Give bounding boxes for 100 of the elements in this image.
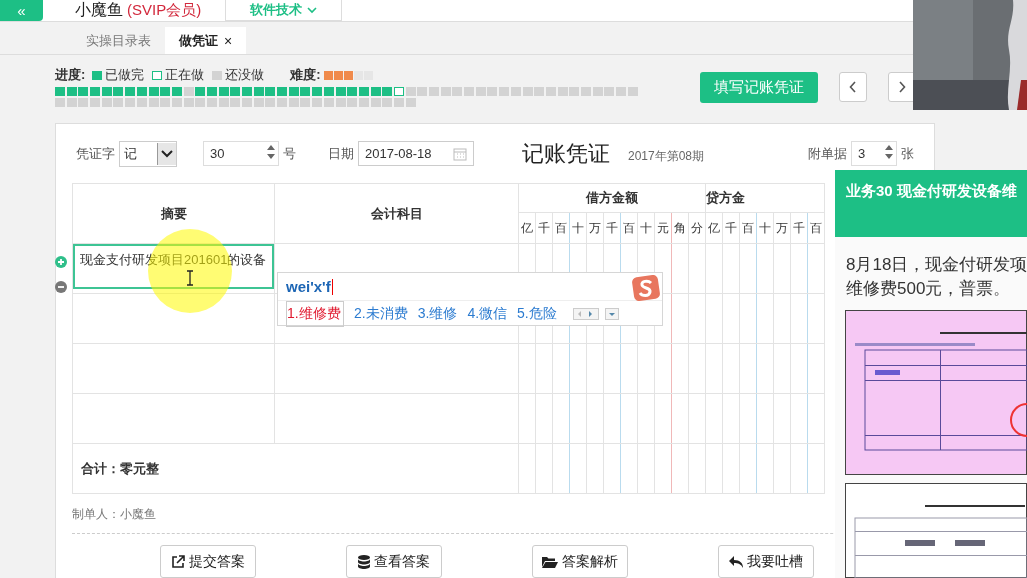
progress-cell[interactable]	[195, 87, 206, 97]
progress-cell[interactable]	[592, 87, 603, 97]
progress-cell[interactable]	[405, 87, 416, 97]
calendar-icon[interactable]	[453, 146, 467, 161]
progress-cell[interactable]	[136, 87, 147, 97]
progress-cell[interactable]	[475, 87, 486, 97]
progress-cell[interactable]	[358, 97, 369, 107]
progress-cell[interactable]	[627, 87, 638, 97]
voucher-number-field[interactable]: 30	[203, 141, 279, 166]
progress-cell[interactable]	[253, 97, 264, 107]
action-button[interactable]: 查看答案	[346, 545, 442, 578]
tab[interactable]: 做凭证 ×	[165, 27, 247, 54]
progress-cell[interactable]	[183, 87, 194, 97]
progress-cell[interactable]	[580, 87, 591, 97]
ime-candidate[interactable]: 4.微信	[467, 305, 508, 323]
progress-cell[interactable]	[569, 87, 580, 97]
progress-cell[interactable]	[265, 97, 276, 107]
progress-cell[interactable]	[148, 87, 159, 97]
progress-cell[interactable]	[382, 87, 393, 97]
progress-cell[interactable]	[534, 87, 545, 97]
progress-cell[interactable]	[487, 87, 498, 97]
spinner-arrows-icon[interactable]	[885, 143, 893, 161]
progress-cell[interactable]	[335, 97, 346, 107]
action-button[interactable]: 答案解析	[532, 545, 628, 578]
progress-cell[interactable]	[242, 87, 252, 97]
progress-cell[interactable]	[288, 97, 299, 107]
progress-cell[interactable]	[429, 87, 439, 97]
progress-cell[interactable]	[417, 87, 428, 97]
progress-cell[interactable]	[312, 97, 323, 107]
progress-cell[interactable]	[101, 97, 112, 107]
progress-cell[interactable]	[148, 97, 159, 107]
ime-page-arrows-icon[interactable]	[572, 308, 599, 320]
progress-cell[interactable]	[370, 87, 381, 97]
progress-cell[interactable]	[393, 97, 404, 107]
progress-cell[interactable]	[78, 97, 89, 107]
progress-cell[interactable]	[288, 87, 299, 97]
progress-cell[interactable]	[452, 87, 463, 97]
progress-cell[interactable]	[335, 87, 346, 97]
progress-cell[interactable]	[510, 87, 521, 97]
progress-cell[interactable]	[358, 87, 369, 97]
previous-button[interactable]	[839, 72, 867, 102]
progress-cell[interactable]	[218, 97, 229, 107]
add-row-icon[interactable]	[55, 256, 67, 268]
action-button[interactable]: 我要吐槽	[718, 545, 814, 578]
progress-cell[interactable]	[370, 97, 381, 107]
progress-cell[interactable]	[206, 87, 217, 97]
progress-cell[interactable]	[101, 87, 112, 97]
progress-cell[interactable]	[323, 97, 334, 107]
progress-cell[interactable]	[405, 97, 416, 107]
ime-candidate[interactable]: 5.危险	[517, 305, 557, 323]
progress-cell[interactable]	[90, 97, 101, 107]
progress-cell[interactable]	[160, 97, 171, 107]
progress-cell[interactable]	[171, 87, 182, 97]
progress-cell[interactable]	[218, 87, 229, 97]
progress-cell[interactable]	[242, 97, 252, 107]
spinner-arrows-icon[interactable]	[267, 143, 275, 161]
progress-cell[interactable]	[66, 87, 77, 97]
progress-cell[interactable]	[300, 87, 311, 97]
progress-cell[interactable]	[160, 87, 171, 97]
progress-cell[interactable]	[253, 87, 264, 97]
remove-row-icon[interactable]	[55, 281, 67, 293]
voucher-type-select[interactable]: 记	[119, 140, 177, 167]
progress-cell[interactable]	[499, 87, 510, 97]
action-button[interactable]: 提交答案	[160, 545, 256, 578]
progress-cell[interactable]	[195, 97, 206, 107]
progress-cell[interactable]	[393, 87, 404, 97]
progress-cell[interactable]	[78, 87, 89, 97]
progress-cell[interactable]	[125, 97, 136, 107]
attachments-field[interactable]: 3	[851, 141, 897, 166]
progress-cell[interactable]	[136, 97, 147, 107]
progress-cell[interactable]	[55, 97, 65, 107]
progress-cell[interactable]	[545, 87, 556, 97]
progress-cell[interactable]	[277, 87, 288, 97]
progress-cell[interactable]	[55, 87, 65, 97]
progress-cell[interactable]	[230, 87, 241, 97]
ime-candidate[interactable]: 3.维修	[417, 305, 458, 323]
progress-cell[interactable]	[440, 87, 451, 97]
progress-cell[interactable]	[277, 97, 288, 107]
progress-cell[interactable]	[323, 87, 334, 97]
progress-cell[interactable]	[113, 97, 124, 107]
progress-cell[interactable]	[464, 87, 475, 97]
progress-cell[interactable]	[183, 97, 194, 107]
progress-cell[interactable]	[347, 87, 358, 97]
date-field[interactable]: 2017-08-18	[358, 141, 474, 166]
ime-candidate[interactable]: 2.未消费	[354, 305, 408, 323]
progress-cell[interactable]	[347, 97, 358, 107]
progress-cell[interactable]	[616, 87, 626, 97]
progress-cell[interactable]	[90, 87, 101, 97]
ime-candidate[interactable]: 1.维修费	[286, 301, 344, 327]
next-button[interactable]	[888, 72, 916, 102]
progress-cell[interactable]	[522, 87, 533, 97]
progress-cell[interactable]	[171, 97, 182, 107]
progress-cell[interactable]	[300, 97, 311, 107]
progress-cell[interactable]	[113, 87, 124, 97]
ime-menu-icon[interactable]	[604, 308, 619, 320]
progress-cell[interactable]	[125, 87, 136, 97]
progress-cell[interactable]	[604, 87, 615, 97]
progress-cell[interactable]	[66, 97, 77, 107]
progress-cell[interactable]	[312, 87, 323, 97]
progress-cell[interactable]	[557, 87, 568, 97]
